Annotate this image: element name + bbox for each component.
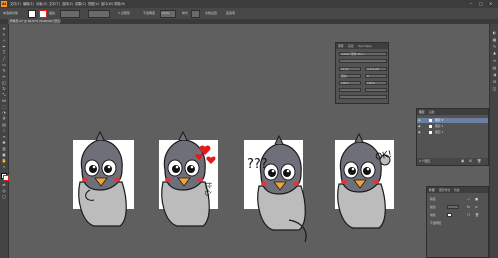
sticker-caption-question: ??? — [247, 157, 268, 172]
sticker-caption-heart: 比心 — [204, 182, 213, 196]
sticker-illustrations: 比心 ??? OK! — [78, 131, 393, 243]
bird-sticker-1 — [78, 131, 127, 227]
heart-icon — [206, 156, 216, 164]
bird-sticker-4 — [337, 133, 391, 229]
bird-sticker-3 — [257, 135, 307, 243]
